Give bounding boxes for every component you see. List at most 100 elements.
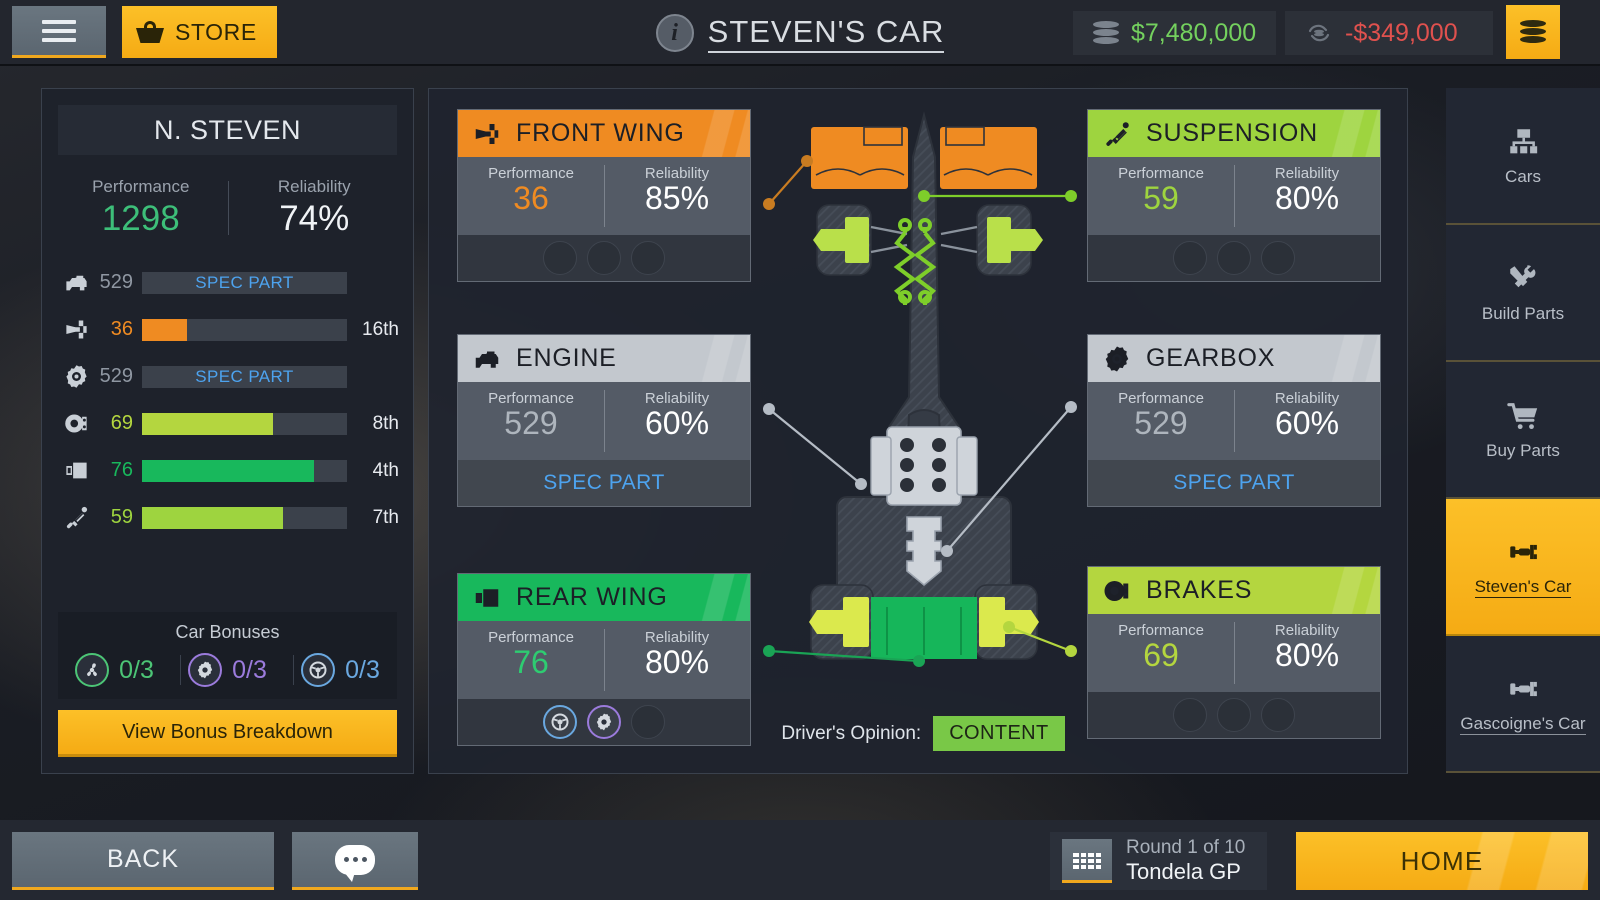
buy-coins-button[interactable] — [1506, 5, 1560, 59]
stat-rank: 8th — [372, 412, 399, 434]
debt-display[interactable]: -$349,000 — [1285, 11, 1493, 55]
empty-slot[interactable] — [1217, 241, 1251, 275]
part-performance-value: 36 — [513, 180, 549, 216]
overall-performance-value: 1298 — [101, 199, 180, 238]
bonus-count: 0/3 — [119, 655, 154, 684]
bonus-item[interactable]: 0/3 — [69, 653, 160, 687]
part-name: BRAKES — [1146, 576, 1253, 604]
part-card-body: Performance 69 Reliability 80% — [1088, 614, 1380, 692]
drivers-opinion: Driver's Opinion: CONTENT — [429, 716, 1407, 751]
app-root: STORE i STEVEN'S CAR $7,480,000 -$349,00… — [0, 0, 1600, 900]
nav-item-buy-parts[interactable]: Buy Parts — [1446, 362, 1600, 499]
driver-name: N. STEVEN — [58, 105, 397, 155]
nav-label: Build Parts — [1481, 303, 1565, 323]
part-name: GEARBOX — [1146, 344, 1276, 372]
stat-progress-bar — [142, 506, 347, 529]
stat-progress-bar: SPEC PART — [142, 365, 347, 388]
spec-part-label: SPEC PART — [458, 460, 750, 506]
part-performance-value: 529 — [504, 405, 558, 441]
view-bonus-breakdown-button[interactable]: View Bonus Breakdown — [58, 710, 397, 757]
part-reliability-value: 60% — [644, 405, 710, 441]
gear-cog-icon — [188, 653, 223, 687]
nav-item-gascoignes-car[interactable]: Gascoigne's Car — [1446, 636, 1600, 773]
home-button[interactable]: HOME — [1296, 832, 1588, 890]
nav-label: Cars — [1505, 166, 1541, 186]
brakes-icon — [56, 410, 96, 437]
upgrade-slots — [1088, 235, 1380, 281]
nav-item-stevens-car[interactable]: Steven's Car — [1446, 499, 1600, 636]
stat-rank: 4th — [372, 459, 399, 481]
debt-value: -$349,000 — [1345, 18, 1458, 47]
chat-button[interactable] — [292, 832, 418, 890]
suspension-icon — [56, 504, 96, 531]
part-card-brakes[interactable]: BRAKES Performance 69 Reliability 80% — [1087, 566, 1381, 739]
stat-progress-bar — [142, 412, 347, 435]
gearbox-icon — [1102, 344, 1132, 374]
back-button[interactable]: BACK — [12, 832, 274, 890]
empty-slot[interactable] — [587, 241, 621, 275]
coin-stack-icon — [1093, 21, 1119, 45]
empty-slot[interactable] — [543, 241, 577, 275]
part-card-engine[interactable]: ENGINE Performance 529 Reliability 60% SPEC P… — [457, 334, 751, 507]
nav-item-build-parts[interactable]: Build Parts — [1446, 225, 1600, 362]
empty-slot[interactable] — [631, 241, 665, 275]
overall-reliability-value: 74% — [279, 199, 350, 238]
part-reliability: Reliability 60% — [604, 382, 750, 460]
cash-value: $7,480,000 — [1131, 18, 1257, 47]
stat-rank: 16th — [362, 318, 399, 340]
stat-value: 529 — [99, 271, 133, 293]
part-performance: Performance 529 — [458, 382, 604, 460]
stat-row[interactable]: 36 16th — [56, 306, 399, 353]
part-stat-list: 529 SPEC PART 36 16th 529 SPEC PART 69 8th 76 4th… — [42, 259, 413, 541]
hamburger-menu-icon — [42, 15, 76, 47]
info-icon[interactable]: i — [655, 14, 694, 52]
steering-wheel-icon — [301, 653, 336, 687]
empty-slot[interactable] — [1173, 241, 1207, 275]
speech-bubble-icon — [335, 844, 375, 882]
round-info[interactable]: Round 1 of 10 Tondela GP — [1050, 832, 1268, 890]
car-parts-panel: FRONT WING Performance 36 Reliability 85% ENG… — [428, 88, 1408, 774]
part-card-front-wing[interactable]: FRONT WING Performance 36 Reliability 85% — [457, 109, 751, 282]
stat-progress-bar — [142, 318, 347, 341]
part-reliability: Reliability 80% — [1234, 614, 1380, 692]
page-title: STEVEN'S CAR — [707, 14, 945, 53]
brakes-icon — [1102, 576, 1132, 606]
part-name: SUSPENSION — [1146, 119, 1318, 147]
empty-slot[interactable] — [1261, 241, 1295, 275]
bonus-count: 0/3 — [345, 655, 380, 684]
aero-fan-icon — [75, 653, 110, 687]
stat-row[interactable]: 529 SPEC PART — [56, 353, 399, 400]
overall-stats: Performance 1298 Reliability 74% — [42, 177, 413, 239]
bonus-item[interactable]: 0/3 — [180, 653, 273, 687]
cash-display[interactable]: $7,480,000 — [1073, 11, 1277, 55]
stat-spec-label: SPEC PART — [195, 366, 294, 386]
suspension-icon — [1102, 119, 1132, 149]
part-card-header: BRAKES — [1088, 567, 1380, 614]
stat-row[interactable]: 529 SPEC PART — [56, 259, 399, 306]
gearbox-shape — [906, 516, 942, 587]
stat-row[interactable]: 59 7th — [56, 494, 399, 541]
engine-icon — [56, 269, 96, 296]
recycle-coin-icon — [1305, 19, 1333, 47]
rear-wing-icon — [472, 583, 502, 613]
part-performance-value: 529 — [1134, 405, 1188, 441]
race-car-icon — [1506, 535, 1540, 569]
stat-row[interactable]: 69 8th — [56, 400, 399, 447]
engine-icon — [472, 344, 502, 374]
stat-value: 69 — [110, 412, 133, 434]
calendar-icon — [1062, 839, 1112, 883]
gearbox-icon — [56, 363, 96, 390]
store-button[interactable]: STORE — [122, 6, 277, 58]
part-card-gearbox[interactable]: GEARBOX Performance 529 Reliability 60% SPEC … — [1087, 334, 1381, 507]
bonus-item[interactable]: 0/3 — [293, 653, 386, 687]
part-reliability-value: 60% — [1274, 405, 1340, 441]
round-name: Tondela GP — [1126, 858, 1241, 884]
menu-button[interactable] — [12, 6, 106, 58]
upgrade-slots — [458, 235, 750, 281]
stat-row[interactable]: 76 4th — [56, 447, 399, 494]
nav-item-cars[interactable]: Cars — [1446, 88, 1600, 225]
overall-reliability-label: Reliability — [277, 177, 351, 196]
car-bonuses-panel: Car Bonuses 0/3 0/3 0/3 — [58, 612, 397, 699]
part-card-suspension[interactable]: SUSPENSION Performance 59 Reliability 80% — [1087, 109, 1381, 282]
bonus-count: 0/3 — [232, 655, 267, 684]
